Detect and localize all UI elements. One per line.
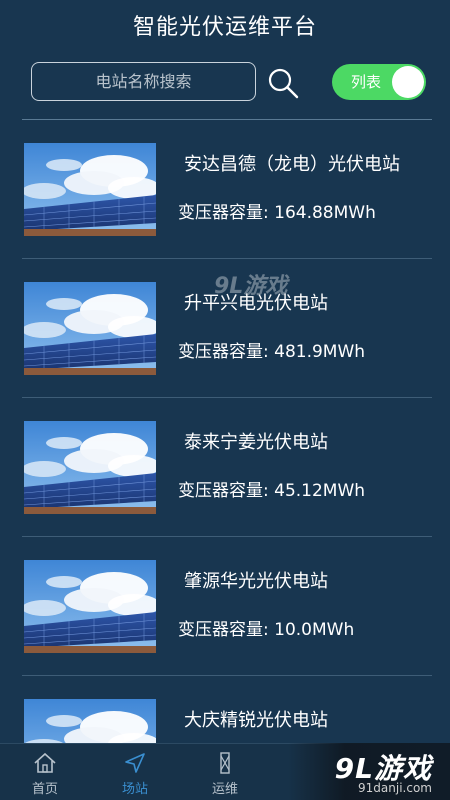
station-capacity: 变压器容量: 164.88MWh xyxy=(178,203,376,223)
station-thumbnail xyxy=(24,699,156,743)
navigation-icon xyxy=(123,752,147,774)
station-item[interactable]: 安达昌德（龙电）光伏电站 变压器容量: 164.88MWh xyxy=(0,120,450,259)
tools-icon xyxy=(213,752,237,774)
station-item[interactable]: 肇源华光光伏电站 变压器容量: 10.0MWh xyxy=(0,537,450,676)
toggle-knob xyxy=(392,66,424,98)
toggle-label: 列表 xyxy=(351,73,382,91)
station-name: 肇源华光光伏电站 xyxy=(184,571,328,592)
app-header: 智能光伏运维平台 xyxy=(0,0,450,50)
station-thumbnail xyxy=(24,143,156,236)
station-item[interactable]: 大庆精锐光伏电站 xyxy=(0,676,450,743)
station-name: 大庆精锐光伏电站 xyxy=(184,710,328,731)
watermark-logo: 9L游戏 xyxy=(214,274,288,299)
search-icon[interactable] xyxy=(266,66,300,100)
station-list: 安达昌德（龙电）光伏电站 变压器容量: 164.88MWh 升平兴电光伏电站 变… xyxy=(0,120,450,743)
tab-label: 首页 xyxy=(31,782,58,797)
station-capacity: 变压器容量: 45.12MWh xyxy=(178,481,366,501)
station-capacity: 变压器容量: 481.9MWh xyxy=(178,342,366,362)
list-view-toggle[interactable]: 列表 xyxy=(332,64,426,100)
station-thumbnail xyxy=(24,421,156,514)
station-thumbnail xyxy=(24,560,156,653)
station-thumbnail xyxy=(24,282,156,375)
brand-watermark: 9L游戏 91danji.com xyxy=(288,743,450,800)
tab-maintenance[interactable]: 运维 xyxy=(180,744,270,800)
page-title: 智能光伏运维平台 xyxy=(132,15,317,40)
search-input[interactable] xyxy=(31,62,256,101)
station-item[interactable]: 泰来宁姜光伏电站 变压器容量: 45.12MWh xyxy=(0,398,450,537)
station-capacity: 变压器容量: 10.0MWh xyxy=(178,620,355,640)
tab-stations[interactable]: 场站 xyxy=(90,744,180,800)
home-icon xyxy=(33,752,57,774)
station-name: 泰来宁姜光伏电站 xyxy=(184,432,328,453)
tab-home[interactable]: 首页 xyxy=(0,744,90,800)
tab-label: 运维 xyxy=(211,782,238,797)
tab-label: 场站 xyxy=(121,782,148,797)
search-row: 列表 xyxy=(0,56,450,108)
brand-url: 91danji.com xyxy=(358,781,432,795)
station-name: 安达昌德（龙电）光伏电站 xyxy=(184,154,400,175)
